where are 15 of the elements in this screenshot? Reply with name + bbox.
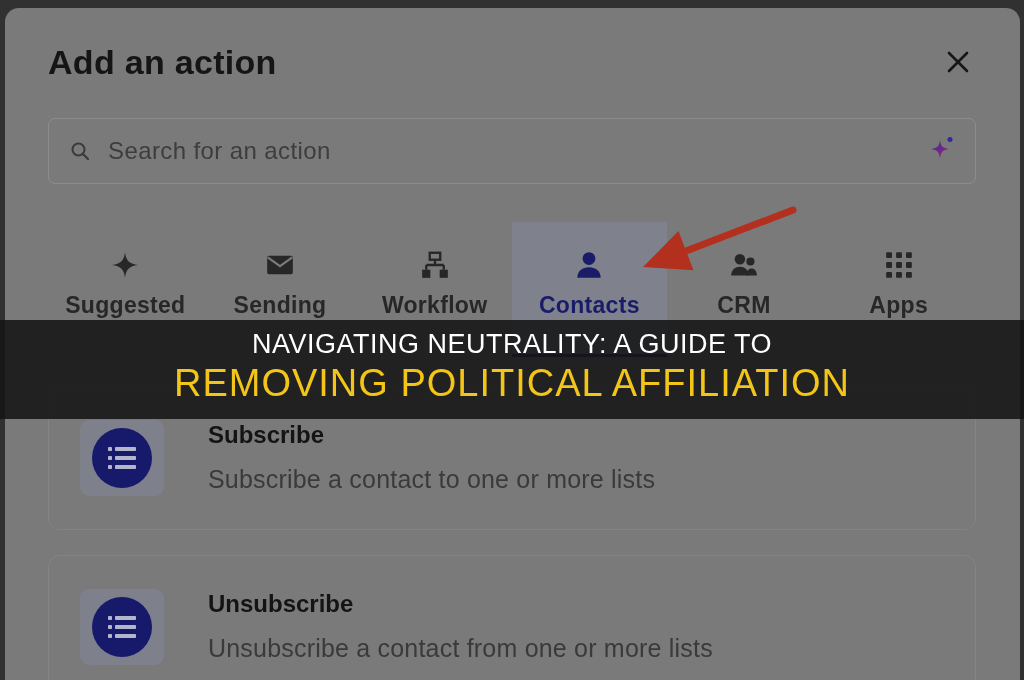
search-field[interactable]: Search for an action	[48, 118, 976, 184]
person-icon	[575, 251, 604, 279]
action-description: Subscribe a contact to one or more lists	[208, 465, 656, 493]
dialog-title: Add an action	[48, 42, 277, 82]
people-icon	[730, 251, 758, 279]
search-icon	[71, 142, 89, 160]
flowchart-icon	[420, 251, 449, 279]
action-title: Subscribe	[208, 423, 326, 447]
list-icon	[80, 589, 164, 665]
grid-icon	[884, 251, 913, 279]
action-description: Unsubscribe a contact from one or more lists	[208, 634, 713, 662]
list-icon	[80, 420, 164, 496]
close-icon	[947, 51, 969, 73]
action-title: Unsubscribe	[208, 592, 355, 616]
action-card[interactable]: Unsubscribe Unsubscribe a contact from one or more lists	[48, 555, 976, 680]
